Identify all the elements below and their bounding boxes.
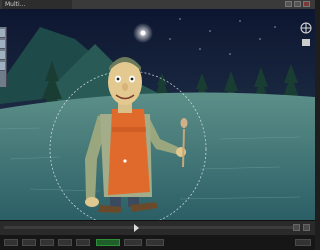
status-item[interactable] — [58, 239, 72, 246]
rotate-tool-icon[interactable] — [0, 51, 5, 60]
status-item[interactable] — [22, 239, 36, 246]
status-item[interactable] — [295, 239, 311, 246]
select-tool-icon[interactable] — [0, 29, 5, 38]
tool-palette — [0, 27, 7, 87]
3d-viewport[interactable] — [0, 9, 315, 220]
view-icon — [302, 39, 310, 46]
move-tool-icon[interactable] — [0, 40, 5, 49]
minimize-button[interactable] — [285, 1, 292, 7]
close-button[interactable] — [303, 1, 310, 7]
status-item[interactable] — [124, 239, 142, 246]
maximize-button[interactable] — [294, 1, 301, 7]
status-item[interactable] — [76, 239, 90, 246]
stop-button[interactable] — [293, 224, 300, 231]
scale-tool-icon[interactable] — [0, 62, 5, 71]
loop-button[interactable] — [303, 224, 310, 231]
timeline-bar — [0, 220, 315, 235]
status-bar — [0, 235, 315, 250]
window-title[interactable]: Multi... — [2, 0, 72, 9]
scene-render — [0, 9, 315, 220]
play-button[interactable] — [134, 224, 139, 232]
status-item[interactable] — [40, 239, 54, 246]
status-indicator — [96, 239, 120, 246]
status-item[interactable] — [146, 239, 164, 246]
timeline-track[interactable] — [4, 226, 293, 229]
axis-gizmo-icon[interactable] — [299, 21, 313, 51]
status-item[interactable] — [4, 239, 18, 246]
